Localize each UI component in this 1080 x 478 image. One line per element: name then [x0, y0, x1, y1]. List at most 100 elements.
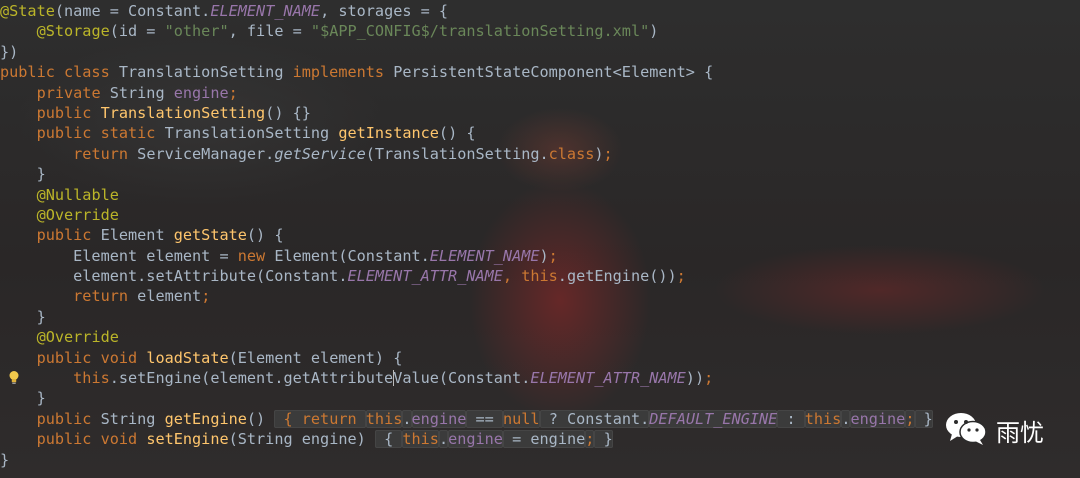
code-token: ) — [649, 22, 659, 41]
code-line[interactable]: @State(name = Constant.ELEMENT_NAME, sto… — [0, 1, 1080, 21]
code-line[interactable]: Element element = new Element(Constant.E… — [0, 246, 1080, 266]
code-token: public void — [36, 430, 147, 449]
code-line[interactable]: @Storage(id = "other", file = "$APP_CONF… — [0, 21, 1080, 41]
code-token: . — [402, 409, 412, 428]
code-line[interactable]: public String getEngine() { return this.… — [0, 409, 1080, 429]
code-line[interactable]: public void loadState(Element element) { — [0, 348, 1080, 368]
code-token: getEngine — [164, 409, 247, 428]
code-token: } — [594, 430, 613, 449]
code-token: ; — [201, 287, 211, 306]
code-line[interactable]: public TranslationSetting() {} — [0, 103, 1080, 123]
code-token: TranslationSetting — [164, 124, 339, 143]
code-token: } — [914, 409, 933, 428]
code-token: } — [0, 307, 46, 326]
lightbulb-icon[interactable] — [8, 370, 20, 385]
code-token: .getEngine()) — [557, 267, 677, 286]
code-line[interactable]: element.setAttribute(Constant.ELEMENT_AT… — [0, 266, 1080, 286]
code-line[interactable]: return ServiceManager.getService(Transla… — [0, 144, 1080, 164]
code-token: () { — [438, 124, 476, 143]
code-token: ELEMENT_ATTR_NAME — [530, 369, 686, 388]
code-token: () — [246, 409, 275, 428]
code-token: () { — [246, 226, 284, 245]
code-token: ; — [676, 267, 686, 286]
code-token: )) — [685, 369, 705, 388]
code-token: ELEMENT_NAME — [210, 2, 321, 20]
code-token: @Override — [36, 328, 119, 347]
code-line[interactable]: } — [0, 164, 1080, 184]
code-line[interactable]: @Override — [0, 205, 1080, 225]
code-token: public — [36, 409, 101, 428]
code-token: return — [73, 144, 138, 163]
code-token: ) — [539, 246, 549, 265]
code-token: ; — [905, 409, 915, 428]
code-token: "$APP_CONFIG$/translationSetting.xml" — [310, 22, 650, 41]
code-token: .setEngine(element.getAttribute — [109, 369, 394, 388]
code-token: ; — [603, 144, 613, 163]
code-token: ServiceManager. — [137, 144, 275, 163]
watermark: 雨忧 — [944, 410, 1044, 450]
code-line[interactable]: }) — [0, 42, 1080, 62]
code-line[interactable]: public class TranslationSetting implemen… — [0, 62, 1080, 82]
code-token: element — [137, 287, 202, 306]
code-token: class — [548, 144, 595, 163]
code-token: getState — [173, 226, 247, 245]
code-line[interactable]: public void setEngine(String engine) { t… — [0, 429, 1080, 449]
code-line[interactable]: private String engine; — [0, 83, 1080, 103]
code-line[interactable]: } — [0, 388, 1080, 408]
code-token: loadState — [146, 348, 229, 367]
code-token: } — [0, 389, 46, 408]
code-token: public class — [0, 63, 119, 82]
code-token: this — [804, 409, 842, 428]
code-token: ? Constant. — [539, 409, 650, 428]
code-line[interactable]: this.setEngine(element.getAttributeValue… — [0, 368, 1080, 388]
code-token: engine — [448, 430, 503, 449]
code-token: TranslationSetting — [118, 63, 293, 82]
watermark-label: 雨忧 — [996, 418, 1044, 447]
code-token: ) — [594, 144, 604, 163]
code-line[interactable]: } — [0, 307, 1080, 327]
code-token: (Element element) { — [228, 348, 403, 367]
code-line[interactable]: public Element getState() { — [0, 225, 1080, 245]
code-token: String — [100, 409, 165, 428]
code-line[interactable]: return element; — [0, 286, 1080, 306]
code-token: Element(Constant. — [274, 246, 430, 265]
code-line[interactable]: public static TranslationSetting getInst… — [0, 123, 1080, 143]
code-token: : — [777, 409, 805, 428]
code-token: private — [36, 83, 110, 102]
code-token: getInstance — [338, 124, 439, 143]
code-token: public static — [36, 124, 165, 143]
code-token: setEngine — [146, 430, 229, 449]
code-line[interactable]: @Override — [0, 327, 1080, 347]
code-token: this — [73, 369, 110, 388]
code-token: DEFAULT_ENGINE — [649, 409, 778, 428]
code-token: } — [0, 165, 46, 184]
code-token: engine — [411, 409, 467, 428]
code-token: return — [73, 287, 138, 306]
code-token: public — [36, 226, 101, 245]
code-token: ELEMENT_ATTR_NAME — [347, 267, 503, 286]
code-line[interactable]: } — [0, 450, 1080, 470]
code-token: } — [0, 450, 10, 469]
code-token: engine — [173, 83, 229, 102]
code-token: }) — [0, 42, 19, 61]
code-token: String — [109, 83, 174, 102]
code-token: ; — [228, 83, 238, 102]
code-token: new — [237, 246, 275, 265]
code-token: ; — [704, 369, 714, 388]
code-token: this — [402, 430, 439, 449]
code-token: @State — [0, 2, 55, 20]
code-token: (TranslationSetting. — [365, 144, 549, 163]
code-token: public — [36, 103, 101, 122]
code-token: engine — [850, 409, 906, 428]
code-token: @Override — [36, 205, 119, 224]
code-token: @Storage — [36, 22, 110, 41]
code-line[interactable]: @Nullable — [0, 185, 1080, 205]
code-token: @Nullable — [36, 185, 119, 204]
code-editor[interactable]: @State(name = Constant.ELEMENT_NAME, sto… — [0, 0, 1080, 478]
